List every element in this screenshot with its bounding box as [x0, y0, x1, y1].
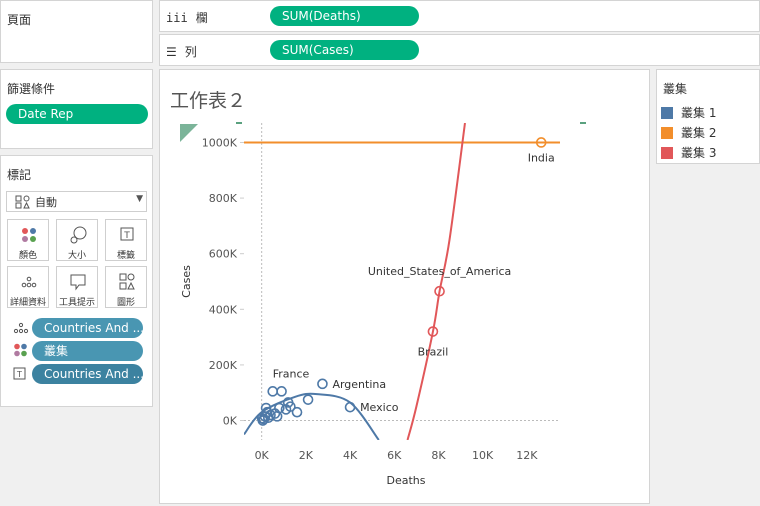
detail-button-label: 詳細資料: [9, 298, 46, 308]
x-tick-label: 8K: [431, 449, 446, 462]
data-label: Mexico: [360, 401, 399, 414]
shape-button[interactable]: 圖形: [105, 266, 147, 308]
data-label: France: [273, 367, 310, 380]
shape-icon: [119, 273, 135, 290]
data-point: [302, 394, 314, 405]
rows-icon: ☰: [166, 44, 177, 59]
y-axis-label: Cases: [180, 265, 193, 298]
tooltip-button[interactable]: 工具提示: [56, 266, 98, 308]
mark-type-label: 自動: [35, 195, 57, 209]
data-point: [344, 401, 356, 413]
rows-pill-sum-cases[interactable]: SUM(Cases): [270, 40, 419, 60]
x-tick-label: 10K: [472, 449, 494, 462]
y-tick-label: 200K: [209, 359, 238, 372]
label-button-label: 標籤: [116, 251, 135, 261]
data-label: United_States_of_America: [368, 265, 511, 278]
tooltip-icon: [70, 274, 86, 291]
cluster-legend: 叢集 叢集 1 叢集 2 叢集 3: [656, 69, 760, 164]
svg-text:T: T: [123, 231, 130, 241]
color-field-pill[interactable]: 叢集: [32, 341, 143, 361]
rows-shelf-label-group: ☰ 列: [166, 43, 197, 60]
color-button-label: 顏色: [18, 251, 37, 261]
data-label: Brazil: [418, 346, 449, 359]
legend-label: 叢集 2: [681, 126, 717, 140]
label-icon: T: [120, 227, 134, 241]
mark-type-dropdown[interactable]: 自動 ▼: [6, 191, 147, 212]
legend-item[interactable]: 叢集 3: [661, 144, 716, 161]
legend-item[interactable]: 叢集 2: [661, 124, 716, 141]
size-button[interactable]: 大小: [56, 219, 98, 261]
legend-swatch: [661, 146, 673, 159]
x-axis-label: Deaths: [387, 474, 426, 487]
data-point: [276, 386, 287, 397]
rows-shelf[interactable]: ☰ 列 SUM(Cases): [159, 34, 760, 66]
size-icon: [70, 226, 87, 244]
y-tick-label: 800K: [209, 192, 238, 205]
sheet-title: 工作表２: [170, 90, 247, 112]
columns-shelf-label-group: iii 欄: [166, 9, 208, 26]
legend-swatch: [661, 126, 673, 139]
worksheet-view: 工作表２ 0K 200K 400K 600K 800K 1000K 0K 2K 4K 6K 8K 10…: [159, 69, 650, 504]
filters-shelf[interactable]: 篩選條件 Date Rep: [0, 69, 153, 149]
columns-shelf-label: 欄: [195, 11, 208, 25]
label-field-pill[interactable]: Countries And ...: [32, 364, 143, 384]
filters-title: 篩選條件: [7, 82, 56, 96]
automatic-mark-icon: [15, 195, 30, 208]
y-tick-label: 600K: [209, 248, 238, 261]
x-tick-label: 2K: [299, 449, 314, 462]
svg-text:T: T: [16, 370, 22, 379]
tooltip-button-label: 工具提示: [58, 298, 95, 308]
chevron-down-icon[interactable]: ▼: [136, 194, 143, 204]
legend-swatch: [661, 106, 673, 119]
color-button[interactable]: 顏色: [7, 219, 49, 261]
detail-icon: [13, 322, 29, 334]
detail-icon: [21, 276, 37, 288]
legend-title: 叢集: [663, 82, 688, 96]
y-tick-label: 0K: [223, 415, 238, 428]
legend-item[interactable]: 叢集 1: [661, 104, 716, 121]
label-button[interactable]: T 標籤: [105, 219, 147, 261]
pages-shelf[interactable]: 頁面: [0, 0, 153, 63]
pages-title: 頁面: [7, 13, 32, 27]
legend-label: 叢集 1: [681, 106, 717, 120]
x-tick-label: 6K: [387, 449, 402, 462]
trend-line: [406, 123, 466, 440]
data-point: [267, 386, 279, 397]
y-tick-label: 1000K: [202, 136, 238, 149]
columns-shelf[interactable]: iii 欄 SUM(Deaths): [159, 0, 760, 32]
columns-pill-sum-deaths[interactable]: SUM(Deaths): [270, 6, 419, 26]
detail-button[interactable]: 詳細資料: [7, 266, 49, 308]
legend-label: 叢集 3: [681, 146, 717, 160]
data-label: India: [528, 151, 555, 164]
scatter-chart[interactable]: 0K 200K 400K 600K 800K 1000K 0K 2K 4K 6K 8K 10K 12K D…: [160, 120, 649, 492]
detail-field-pill[interactable]: Countries And ...: [32, 318, 143, 338]
marks-title: 標記: [7, 168, 32, 182]
color-icon: [14, 343, 27, 357]
y-tick-label: 400K: [209, 303, 238, 316]
data-label: Argentina: [332, 378, 386, 391]
x-tick-label: 4K: [343, 449, 358, 462]
rows-shelf-label: 列: [184, 45, 197, 59]
x-tick-label: 0K: [255, 449, 270, 462]
columns-icon: iii: [166, 10, 188, 25]
label-icon: T: [13, 367, 26, 380]
shape-button-label: 圖形: [116, 298, 135, 308]
sheet-corner-icon: [180, 124, 198, 142]
size-button-label: 大小: [67, 251, 86, 261]
data-point: [317, 378, 328, 390]
x-tick-label: 12K: [516, 449, 538, 462]
color-icon: [22, 228, 36, 242]
filter-pill-date-rep[interactable]: Date Rep: [6, 104, 148, 124]
marks-card: 標記 自動 ▼ 顏色 大小 T 標籤 詳細資料 工具提示 圖形 Countrie…: [0, 155, 153, 407]
